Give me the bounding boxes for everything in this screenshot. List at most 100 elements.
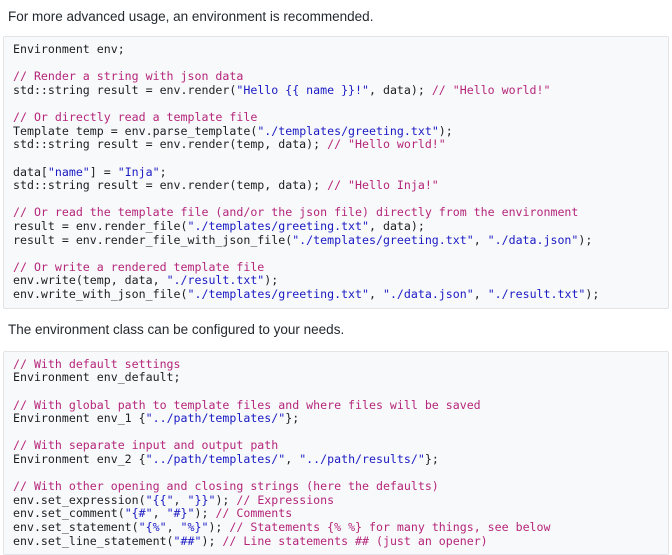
- code-text: );: [201, 533, 223, 548]
- code-text: , data);: [369, 218, 425, 233]
- code-content-environment-configuration[interactable]: // With default settings Environment env_…: [4, 356, 668, 549]
- code-string: "{{": [145, 492, 174, 507]
- code-block-environment-usage[interactable]: Environment env; // Render a string with…: [3, 36, 669, 309]
- code-string: "./templates/greeting.txt": [187, 218, 369, 233]
- code-text: result = env.render_file(: [13, 218, 188, 233]
- code-text: ,: [473, 286, 488, 301]
- code-line: // With global path to template files an…: [13, 397, 668, 413]
- code-comment: // Statements {% %} for many things, see…: [229, 519, 551, 534]
- code-text: Template temp = env.parse_template(: [13, 123, 258, 138]
- code-line: // Or directly read a template file: [13, 110, 668, 125]
- code-text: env.write_with_json_file(: [13, 286, 188, 301]
- code-comment: // "Hello world!": [327, 137, 446, 152]
- code-line: // With separate input and output path: [13, 439, 668, 453]
- code-line: // Or write a rendered template file: [13, 259, 668, 275]
- code-line: Template temp = env.parse_template("./te…: [13, 123, 668, 139]
- code-comment: // With global path to template files an…: [13, 397, 481, 412]
- code-line: env.set_comment("{#", "#}"); // Comments: [13, 507, 668, 521]
- code-line: Environment env;: [13, 42, 668, 57]
- code-line: // Or read the template file (and/or the…: [13, 206, 668, 220]
- code-string: "#}": [166, 506, 195, 521]
- code-comment: // With default settings: [13, 356, 181, 371]
- code-content-environment-usage[interactable]: Environment env; // Render a string with…: [4, 42, 668, 302]
- code-line: // Render a string with json data: [13, 70, 668, 84]
- code-text: env.set_comment(: [13, 506, 125, 521]
- code-text: Environment env;: [13, 42, 125, 57]
- code-text: env.write(temp, data,: [13, 273, 167, 288]
- code-text: );: [578, 232, 593, 247]
- code-string: "name": [47, 164, 90, 179]
- code-string: "}}": [187, 492, 216, 507]
- code-text: );: [194, 506, 216, 521]
- code-text: );: [585, 286, 600, 301]
- code-string: "./templates/greeting.txt": [187, 286, 369, 301]
- code-comment: // Line statements ## (just an opener): [222, 533, 488, 548]
- code-text: );: [215, 492, 237, 507]
- code-text: std::string result = env.render(: [13, 83, 237, 98]
- code-string: "##": [173, 533, 202, 548]
- code-comment: // Render a string with json data: [13, 69, 244, 84]
- code-text: , data);: [369, 83, 432, 98]
- code-line: result = env.render_file_with_json_file(…: [13, 232, 668, 248]
- code-comment: // Expressions: [236, 492, 335, 507]
- code-string: "Inja": [117, 164, 160, 179]
- code-comment: // With separate input and output path: [13, 438, 279, 453]
- code-text: std::string result = env.render(temp, da…: [13, 178, 328, 193]
- code-comment: // Or directly read a template file: [13, 110, 258, 125]
- code-text: data[: [13, 164, 48, 179]
- code-text: ,: [369, 286, 383, 301]
- code-comment: // Comments: [215, 506, 293, 521]
- code-string: "./data.json": [487, 232, 579, 247]
- code-text: Environment env_2 {: [13, 451, 146, 466]
- code-text: };: [424, 451, 439, 466]
- code-text: result = env.render_file_with_json_file(: [13, 232, 293, 247]
- code-string: "../path/templates/": [145, 451, 286, 466]
- code-line: result = env.render_file("./templates/gr…: [13, 218, 668, 234]
- code-text: ,: [173, 492, 188, 507]
- code-string: "../path/results/": [299, 451, 425, 466]
- code-text: env.set_line_statement(: [13, 533, 174, 548]
- code-line: std::string result = env.render("Hello {…: [13, 83, 668, 98]
- code-line: env.set_statement("{%", "%}"); // Statem…: [13, 519, 668, 535]
- code-text: std::string result = env.render(temp, da…: [13, 137, 328, 152]
- code-comment: // "Hello Inja!": [327, 178, 439, 193]
- code-comment: // Or read the template file (and/or the…: [13, 205, 579, 220]
- code-text: );: [208, 519, 230, 534]
- code-line: env.set_line_statement("##"); // Line st…: [13, 533, 668, 549]
- code-comment: // With other opening and closing string…: [13, 479, 439, 494]
- code-line: std::string result = env.render(temp, da…: [13, 138, 668, 152]
- code-text: ,: [473, 232, 488, 247]
- code-line: std::string result = env.render(temp, da…: [13, 178, 668, 193]
- code-string: "./templates/greeting.txt": [292, 232, 474, 247]
- code-line: Environment env_1 {"../path/templates/"}…: [13, 411, 668, 426]
- code-comment: // Or write a rendered template file: [13, 259, 265, 274]
- code-string: "./templates/greeting.txt": [257, 123, 439, 138]
- code-line: // With default settings: [13, 356, 668, 372]
- code-block-environment-configuration[interactable]: // With default settings Environment env_…: [3, 350, 669, 555]
- code-string: "{#": [124, 506, 153, 521]
- code-string: "./data.json": [382, 286, 474, 301]
- code-text: ,: [152, 506, 167, 521]
- code-line: env.write_with_json_file("./templates/gr…: [13, 286, 668, 302]
- code-text: );: [438, 123, 453, 138]
- code-text: ,: [166, 519, 181, 534]
- code-line: Environment env_default;: [13, 371, 668, 385]
- code-string: "%}": [180, 519, 209, 534]
- code-text: env.set_statement(: [13, 519, 139, 534]
- code-comment: // "Hello world!": [431, 83, 551, 98]
- code-text: );: [264, 273, 279, 288]
- code-text: ] =: [89, 164, 118, 179]
- code-text: ;: [159, 164, 167, 179]
- code-string: "./result.txt": [166, 273, 265, 288]
- intro-paragraph: For more advanced usage, an environment …: [8, 9, 374, 24]
- code-line: Environment env_2 {"../path/templates/",…: [13, 451, 668, 467]
- documentation-page: For more advanced usage, an environment …: [0, 0, 672, 555]
